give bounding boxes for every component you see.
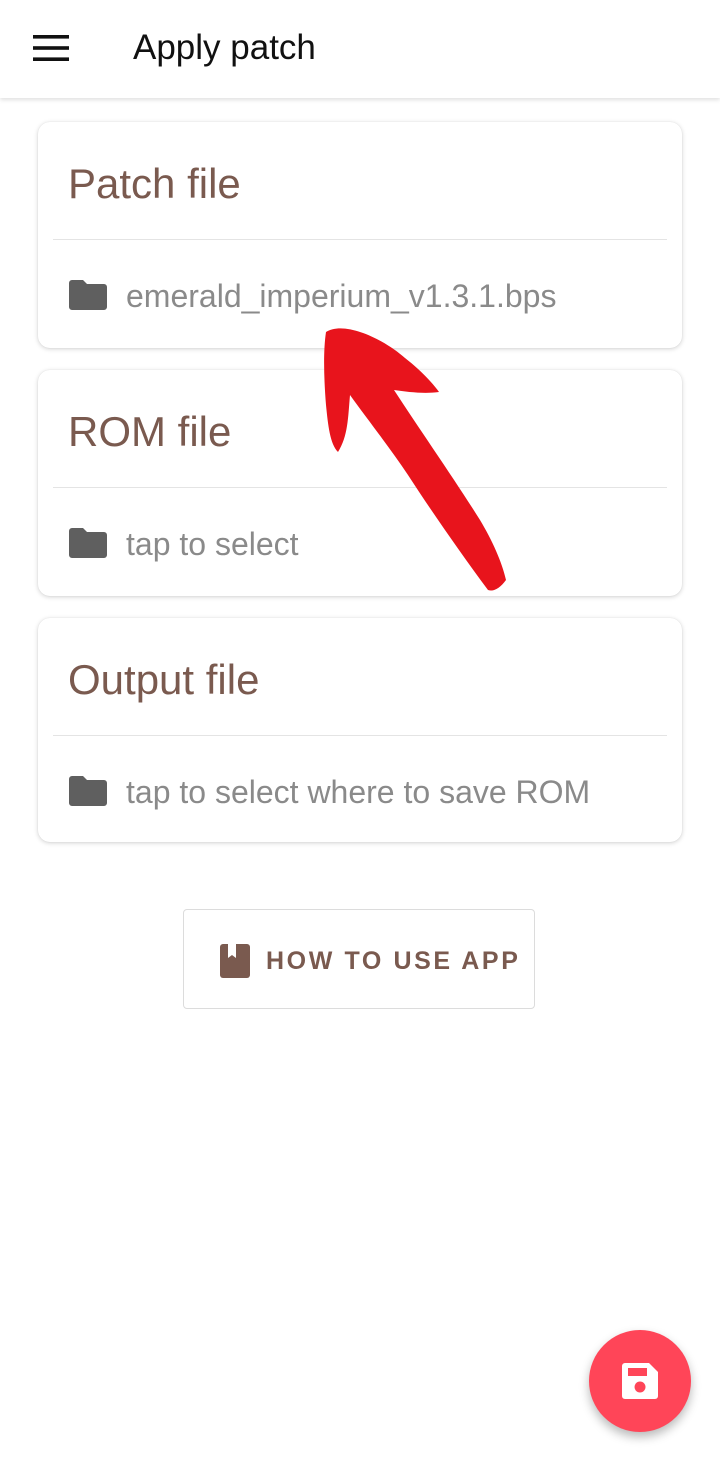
save-fab-button[interactable] bbox=[589, 1330, 691, 1432]
page-title: Apply patch bbox=[133, 28, 316, 67]
output-file-card: Output file tap to select where to save … bbox=[38, 618, 682, 842]
divider bbox=[53, 487, 667, 488]
folder-icon bbox=[69, 776, 107, 806]
rom-file-card: ROM file tap to select bbox=[38, 370, 682, 596]
output-file-title: Output file bbox=[68, 656, 260, 703]
divider bbox=[53, 735, 667, 736]
output-file-selector[interactable]: tap to select where to save ROM bbox=[38, 738, 682, 842]
book-icon bbox=[220, 944, 250, 978]
patch-file-selector[interactable]: emerald_imperium_v1.3.1.bps bbox=[38, 242, 682, 348]
folder-icon bbox=[69, 280, 107, 310]
menu-button[interactable] bbox=[22, 22, 80, 74]
save-icon bbox=[622, 1363, 658, 1399]
rom-file-selector[interactable]: tap to select bbox=[38, 490, 682, 596]
output-file-value: tap to select where to save ROM bbox=[126, 774, 591, 810]
patch-file-value: emerald_imperium_v1.3.1.bps bbox=[126, 278, 557, 314]
patch-file-card: Patch file emerald_imperium_v1.3.1.bps bbox=[38, 122, 682, 348]
patch-file-title: Patch file bbox=[68, 160, 241, 207]
rom-file-value: tap to select bbox=[126, 526, 299, 562]
divider bbox=[53, 239, 667, 240]
how-to-use-app-button[interactable]: HOW TO USE APP bbox=[183, 909, 535, 1009]
rom-file-title: ROM file bbox=[68, 408, 232, 455]
folder-icon bbox=[69, 528, 107, 558]
app-bar: Apply patch bbox=[0, 0, 720, 98]
how-to-use-app-label: HOW TO USE APP bbox=[266, 947, 521, 975]
hamburger-menu-icon bbox=[33, 35, 69, 61]
